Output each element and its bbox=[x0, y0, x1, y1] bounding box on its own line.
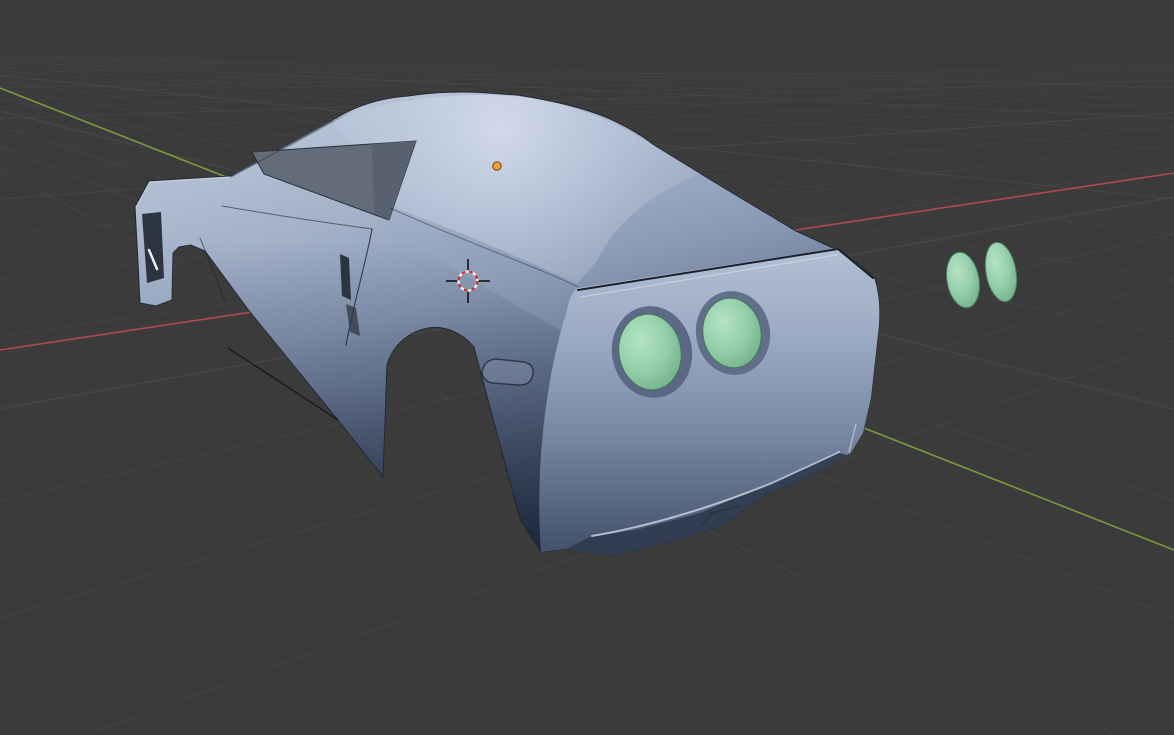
viewport-canvas[interactable] bbox=[0, 0, 1174, 735]
3d-viewport[interactable] bbox=[0, 0, 1174, 735]
quarter-scoop-indent bbox=[481, 358, 534, 386]
object-origin-point bbox=[492, 161, 502, 171]
